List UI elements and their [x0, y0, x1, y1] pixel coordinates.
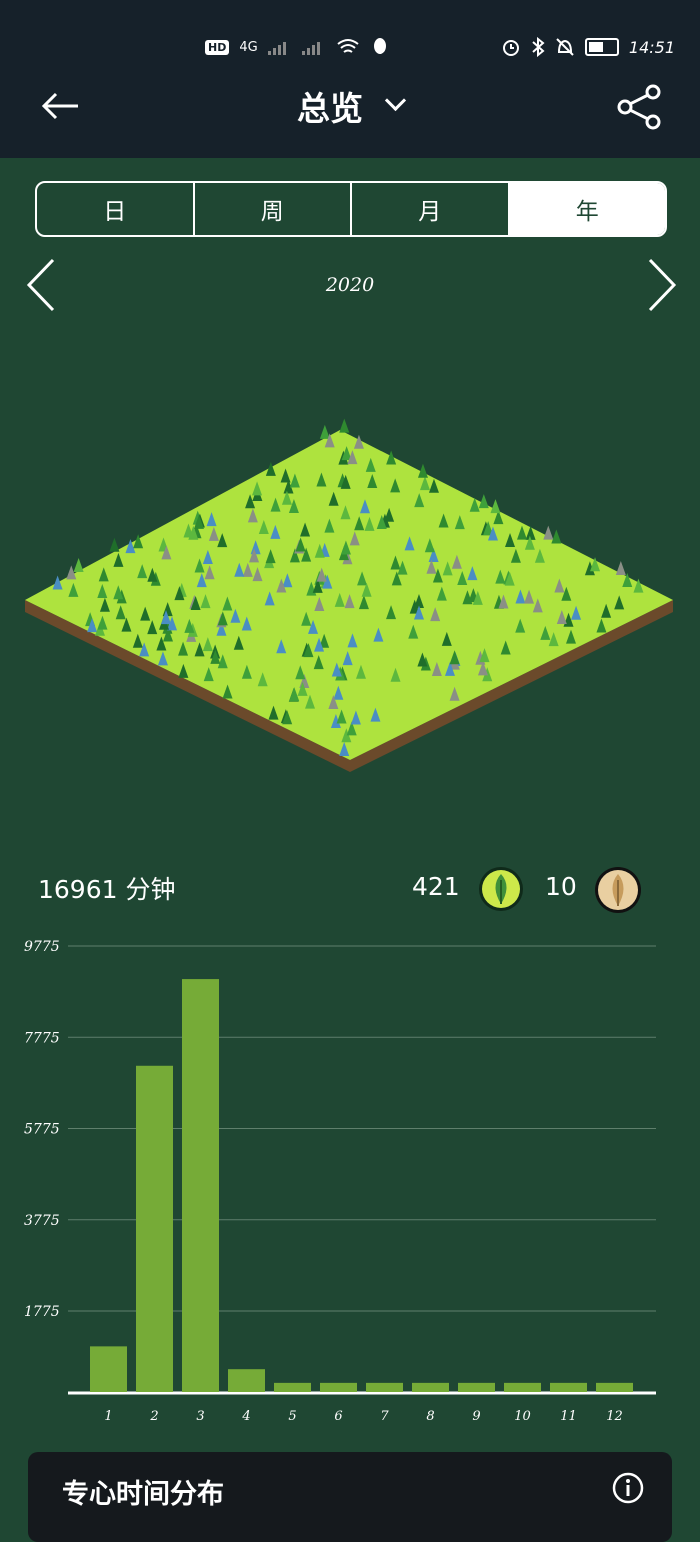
bar-month-2[interactable]	[136, 1065, 173, 1392]
dead-tree-count: 10	[545, 872, 577, 901]
qq-icon	[373, 38, 386, 54]
tree-icon	[478, 494, 489, 509]
tree-icon	[615, 561, 626, 576]
x-tick-label: 11	[560, 1409, 577, 1424]
y-tick-label: 7775	[24, 1030, 60, 1046]
bar-month-5[interactable]	[274, 1382, 311, 1392]
signal-icon	[267, 42, 286, 55]
tree-icon	[339, 418, 350, 433]
tree-icon	[73, 558, 84, 573]
x-tick-label: 3	[196, 1409, 204, 1424]
x-tick-label: 1	[104, 1409, 112, 1424]
bar-month-3[interactable]	[182, 979, 219, 1392]
withered-leaf-icon	[595, 867, 641, 913]
card-title: 专心时间分布	[62, 1479, 224, 1510]
tree-icon	[66, 565, 77, 580]
next-arrow-icon[interactable]	[646, 258, 678, 312]
period-label: 2020	[325, 274, 375, 296]
period-tabs: 日 周 月 年	[35, 181, 667, 237]
x-tick-label: 4	[241, 1409, 250, 1424]
tree-icon	[490, 499, 501, 514]
top-bar: HD 4G 14:51 总览	[0, 0, 700, 158]
x-tick-label: 9	[472, 1409, 480, 1424]
x-tick-label: 7	[380, 1409, 389, 1424]
battery-icon	[584, 38, 619, 56]
y-tick-label: 1775	[24, 1304, 60, 1320]
x-tick-label: 8	[426, 1409, 434, 1424]
live-tree-count: 421	[412, 872, 460, 901]
status-right: 14:51	[501, 37, 675, 57]
x-tick-label: 5	[288, 1409, 296, 1424]
alarm-icon	[502, 40, 519, 56]
bar-month-10[interactable]	[504, 1382, 541, 1392]
network-label: 4G	[239, 39, 258, 55]
x-tick-label: 6	[334, 1409, 342, 1424]
mute-icon	[556, 38, 574, 56]
wifi-icon	[337, 39, 359, 53]
bluetooth-icon	[532, 37, 545, 57]
y-tick-label: 9775	[24, 939, 60, 955]
tab-month[interactable]: 月	[352, 183, 510, 235]
status-time: 14:51	[628, 37, 675, 57]
y-tick-label: 3775	[24, 1213, 60, 1229]
tab-week[interactable]: 周	[195, 183, 352, 235]
total-minutes: 16961 分钟	[38, 875, 176, 904]
x-tick-label: 12	[606, 1409, 623, 1424]
page-title-wrap[interactable]: 总览	[0, 82, 700, 130]
tab-day[interactable]: 日	[37, 183, 195, 235]
bar-month-1[interactable]	[90, 1346, 127, 1392]
forest-illustration	[25, 418, 673, 772]
hd-badge: HD	[205, 39, 230, 55]
x-tick-label: 2	[149, 1409, 158, 1424]
info-icon[interactable]	[612, 1472, 644, 1504]
tree-icon	[319, 424, 330, 439]
tab-year[interactable]: 年	[509, 183, 665, 235]
y-tick-label: 5775	[24, 1122, 60, 1138]
status-left: HD 4G	[205, 37, 390, 57]
bar-month-4[interactable]	[228, 1369, 265, 1392]
bar-month-9[interactable]	[458, 1382, 495, 1392]
leaf-icon	[479, 867, 523, 911]
chevron-down-icon[interactable]	[384, 89, 407, 111]
bar-month-7[interactable]	[366, 1382, 403, 1392]
tree-icon	[109, 537, 120, 552]
tree-icon	[543, 525, 554, 540]
bar-month-12[interactable]	[596, 1382, 633, 1392]
x-tick-label: 10	[514, 1409, 531, 1424]
monthly-focus-chart: 977577755775377517751 2 3 4 5 6 7 8 9 10 11 12	[24, 939, 656, 1424]
share-icon[interactable]	[615, 82, 663, 132]
tree-icon	[551, 529, 562, 544]
bar-month-8[interactable]	[412, 1382, 449, 1392]
signal-icon	[301, 42, 320, 55]
page-title[interactable]: 总览	[297, 82, 363, 130]
bar-month-6[interactable]	[320, 1382, 357, 1392]
focus-distribution-card[interactable]: 专心时间分布	[28, 1452, 672, 1542]
bar-month-11[interactable]	[550, 1382, 587, 1392]
